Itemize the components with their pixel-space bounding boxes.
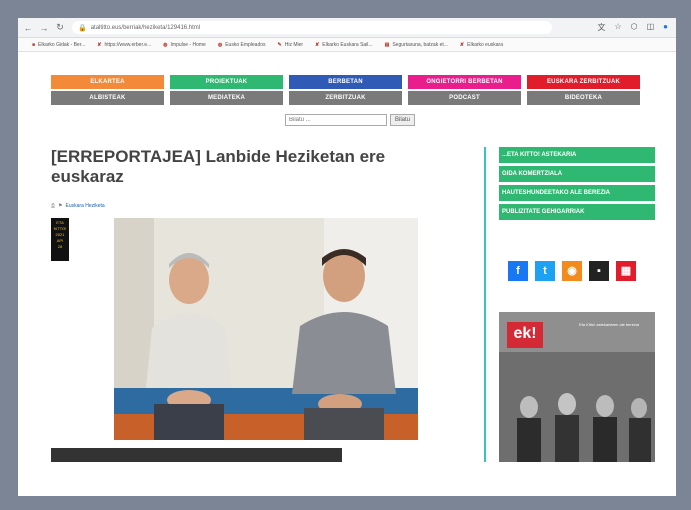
bookmark-item[interactable]: ✘ Elkarko euskara <box>460 42 503 48</box>
folder-icon: ■ <box>32 41 36 48</box>
facebook-icon[interactable]: f <box>508 261 528 281</box>
address-bar: ← → ↻ 🔒 ataltitto.eus/berriak/heziketa/1… <box>18 18 676 38</box>
issue-badge: ETA KITTO! 2021 API 28 <box>51 218 69 261</box>
tag-icon: ⚑ <box>58 203 63 209</box>
nav-item-zerbitzuak[interactable]: ZERBITZUAK <box>289 91 402 105</box>
star-icon[interactable]: ☆ <box>614 22 621 33</box>
bookmark-item[interactable]: ✘ https://www.erber.e... <box>97 42 151 48</box>
search-form: Bilatu <box>285 114 416 126</box>
article-title: [ERREPORTAJEA] Lanbide Heziketan ere eus… <box>51 147 386 186</box>
calendar-icon[interactable]: ▦ <box>616 261 636 281</box>
badge-line: 28 <box>57 244 63 249</box>
nav-row-top: ELKARTEA PROIEKTUAK BERBETAN ONGIETORRI … <box>51 75 645 89</box>
nav-item-ongietorri-berbetan[interactable]: ONGIETORRI BERBETAN <box>408 75 521 89</box>
bookmark-item[interactable]: ▤ Segurtasuna, batzak et... <box>385 42 448 48</box>
url-field[interactable]: 🔒 ataltitto.eus/berriak/heziketa/129416.… <box>72 21 552 34</box>
nav-item-euskara-zerbitzuak[interactable]: EUSKARA ZERBITZUAK <box>527 75 640 89</box>
sidebar-link-publizitate[interactable]: PUBLIZITATE GEHIGARRIAK <box>499 204 655 220</box>
lock-icon: 🔒 <box>78 24 87 32</box>
nav-item-mediateka[interactable]: MEDIATEKA <box>170 91 283 105</box>
sidebar-divider <box>484 147 486 462</box>
video-player[interactable] <box>51 448 342 462</box>
sidebar-link-gida-komertziala[interactable]: GIDA KOMERTZIALA <box>499 166 655 182</box>
sidebar-link-astekaria[interactable]: ...ETA KITTO! ASTEKARIA <box>499 147 655 163</box>
twitter-icon[interactable]: t <box>535 261 555 281</box>
translate-icon[interactable]: 文 <box>597 22 605 33</box>
ad-logo: ek! <box>507 322 543 348</box>
reload-icon[interactable]: ↻ <box>54 22 66 33</box>
globe-icon: ◍ <box>217 41 223 48</box>
nav-item-berbetan[interactable]: BERBETAN <box>289 75 402 89</box>
x-icon: ✘ <box>459 41 465 48</box>
sidebar-links: ...ETA KITTO! ASTEKARIA GIDA KOMERTZIALA… <box>499 147 655 223</box>
nav-item-albisteak[interactable]: ALBISTEAK <box>51 91 164 105</box>
x-icon: ✘ <box>97 41 102 48</box>
ad-text: Eta Kitto! astekariaren ale berezia <box>579 322 640 327</box>
bookmark-item[interactable]: ■ Elkarko Gidak - Ber... <box>32 42 85 48</box>
pen-icon: ✎ <box>277 41 282 48</box>
category-link[interactable]: Euskara Heziketa <box>66 203 105 209</box>
article-photo <box>114 218 418 440</box>
photo-two-men-illustration <box>114 218 418 440</box>
nav-item-proiektuak[interactable]: PROIEKTUAK <box>170 75 283 89</box>
social-links: f t ◉ ▪ ▦ <box>508 261 636 281</box>
issuu-icon[interactable]: ▪ <box>589 261 609 281</box>
profile-icon[interactable]: ● <box>663 22 668 33</box>
nav-item-elkartea[interactable]: ELKARTEA <box>51 75 164 89</box>
search-input[interactable] <box>285 114 387 126</box>
search-button[interactable]: Bilatu <box>390 114 416 126</box>
browser-window: ← → ↻ 🔒 ataltitto.eus/berriak/heziketa/1… <box>18 18 676 496</box>
bookmark-item[interactable]: ◍ Impulse - Home <box>163 42 206 48</box>
bookmark-item[interactable]: ◍ Eusko Empleados <box>218 42 266 48</box>
rss-icon[interactable]: ◉ <box>562 261 582 281</box>
bookmarks-bar: ■ Elkarko Gidak - Ber... ✘ https://www.erb… <box>18 38 676 52</box>
nav-row-bottom: ALBISTEAK MEDIATEKA ZERBITZUAK PODCAST B… <box>51 91 645 105</box>
forward-icon[interactable]: → <box>38 23 50 33</box>
doc-icon: ▤ <box>384 41 390 48</box>
x-icon: ✘ <box>315 41 320 48</box>
globe-icon: ◍ <box>163 41 168 48</box>
nav-item-podcast[interactable]: PODCAST <box>408 91 521 105</box>
article-meta: ⎙ ⚑ Euskara Heziketa <box>51 203 105 209</box>
toolbar-icons: 文 ☆ ⬡ ◫ ● <box>597 22 676 33</box>
print-icon[interactable]: ⎙ <box>51 203 55 209</box>
sidebar-ad[interactable]: ek! Eta Kitto! astekariaren ale berezia <box>499 312 655 462</box>
bookmark-item[interactable]: ✎ Hiz Mier <box>278 42 304 48</box>
bookmark-item[interactable]: ✘ Elkarko Euskara Sail... <box>315 42 373 48</box>
back-icon[interactable]: ← <box>22 23 34 33</box>
main-nav: ELKARTEA PROIEKTUAK BERBETAN ONGIETORRI … <box>51 75 645 107</box>
sidebar-link-hauteshundeetako[interactable]: HAUTESHUNDEETAKO ALE BEREZIA <box>499 185 655 201</box>
extensions-icon[interactable]: ⬡ <box>631 22 638 33</box>
sidepanel-icon[interactable]: ◫ <box>647 22 655 33</box>
url-text: ataltitto.eus/berriak/heziketa/129416.ht… <box>90 24 201 31</box>
nav-item-bideoteka[interactable]: BIDEOTEKA <box>527 91 640 105</box>
